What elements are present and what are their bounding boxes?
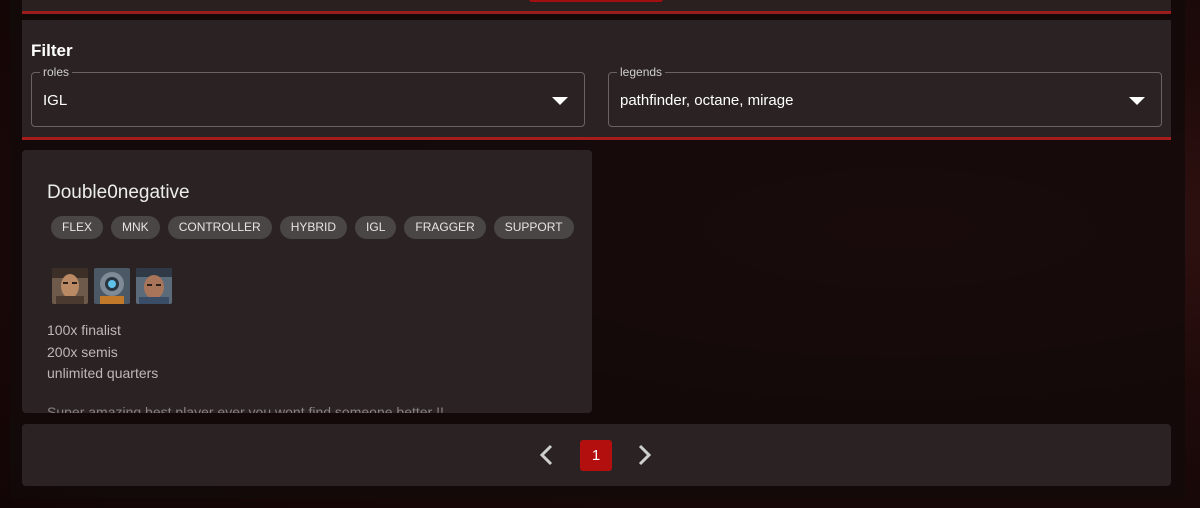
next-page-button[interactable] [628,439,660,471]
legends-select[interactable]: legends pathfinder, octane, mirage [608,65,1162,127]
role-chip: FRAGGER [404,216,486,239]
previous-page-button[interactable] [531,439,563,471]
legends-select-value: pathfinder, octane, mirage [620,92,794,109]
role-chip: MNK [111,216,160,239]
caret-down-icon[interactable] [1129,97,1145,105]
role-chips: FLEX MNK CONTROLLER HYBRID IGL FRAGGER S… [51,216,574,239]
header-strip [22,0,1171,14]
role-chip: IGL [355,216,397,239]
filter-title: Filter [31,41,73,60]
filter-panel: Filter roles IGL legends pathfinder, oct… [22,20,1171,140]
player-name: Double0negative [47,182,190,203]
legend-portrait-2-icon [94,268,130,304]
roles-select-value: IGL [43,92,68,109]
player-description: Super amazing best player ever you wont … [47,404,444,413]
chevron-right-icon [638,444,652,466]
role-chip: SUPPORT [493,216,574,239]
player-card[interactable]: Double0negative FLEX MNK CONTROLLER HYBR… [22,150,592,413]
legend-portrait-1-icon [52,268,88,304]
roles-select[interactable]: roles IGL [31,65,585,127]
header-button-stub[interactable] [529,0,663,2]
page-1-button[interactable]: 1 [580,440,612,471]
role-chip: FLEX [51,216,104,239]
pagination: 1 [22,424,1171,486]
chevron-left-icon [539,444,553,466]
legend-portrait-3-icon [136,268,172,304]
achievements-list: 100x finalist 200x semis unlimited quart… [47,320,158,385]
achievement-item: 100x finalist [47,322,121,338]
role-chip: HYBRID [279,216,348,239]
role-chip: CONTROLLER [167,216,272,239]
roles-select-label: roles [40,65,73,79]
achievement-item: unlimited quarters [47,365,159,381]
legends-select-label: legends [617,65,666,79]
achievement-item: 200x semis [47,343,118,360]
caret-down-icon[interactable] [552,97,568,105]
legend-icons [52,268,172,304]
